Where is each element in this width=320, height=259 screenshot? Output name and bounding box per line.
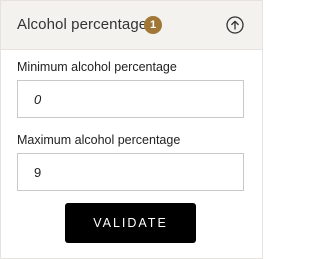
max-percentage-input[interactable] — [17, 153, 244, 191]
min-percentage-input[interactable] — [17, 80, 244, 118]
chevron-up-circle-icon[interactable] — [226, 16, 244, 34]
filter-title: Alcohol percentage — [17, 16, 148, 33]
min-percentage-label: Minimum alcohol percentage — [17, 60, 177, 74]
max-percentage-label: Maximum alcohol percentage — [17, 133, 181, 147]
active-count-badge: 1 — [144, 16, 162, 34]
filter-header[interactable]: Alcohol percentage 1 — [1, 1, 262, 50]
alcohol-filter-panel: Alcohol percentage 1 Minimum alcohol per… — [0, 0, 263, 259]
validate-button[interactable]: VALIDATE — [65, 203, 196, 243]
